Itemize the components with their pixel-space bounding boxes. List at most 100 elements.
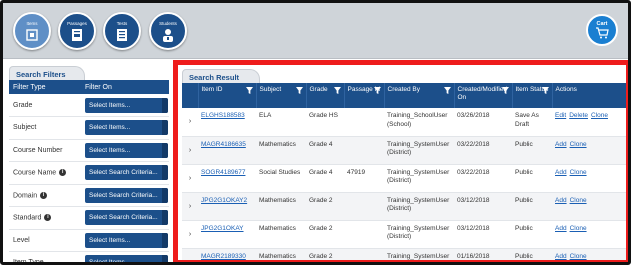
nav-students-label: Students bbox=[159, 20, 177, 26]
item-id-link[interactable]: SOGR4189677 bbox=[201, 169, 245, 176]
item-id-link[interactable]: MAGR2189330 bbox=[201, 253, 246, 260]
add-action-link[interactable]: Add bbox=[555, 141, 567, 148]
actions-cell: Add Clone bbox=[552, 248, 626, 260]
grade-cell: Grade 4 bbox=[309, 168, 333, 176]
date-cell: 03/22/2018 bbox=[454, 136, 512, 165]
expand-row-icon[interactable]: › bbox=[182, 192, 198, 221]
add-action-link[interactable]: Add bbox=[555, 225, 567, 232]
passage-id-cell: 47919 bbox=[344, 164, 384, 193]
info-icon[interactable]: i bbox=[59, 169, 67, 177]
subject-cell: Mathematics bbox=[256, 136, 306, 165]
date-cell: 01/16/2018 bbox=[457, 252, 490, 260]
expand-row-icon[interactable]: › bbox=[182, 108, 198, 137]
subject-cell: Social Studies bbox=[256, 164, 306, 193]
subject-cell: Mathematics bbox=[256, 248, 306, 260]
filter-on-cell: Select Items... bbox=[81, 116, 169, 140]
filter-on-cell: Select Search Criteria... bbox=[81, 206, 169, 230]
info-icon[interactable]: i bbox=[44, 214, 52, 222]
results-table: Item ID Subject Grade Passage Id Created By C… bbox=[182, 83, 626, 260]
clone-action-link[interactable]: Clone bbox=[570, 141, 587, 148]
nav-passages-button[interactable]: Passages bbox=[58, 12, 96, 50]
subject-cell: Mathematics bbox=[259, 252, 296, 260]
item-id-link[interactable]: ELGHS188583 bbox=[201, 112, 245, 119]
table-row: › ELGHS188583 ELA Grade HS Training_SchoolUs… bbox=[182, 108, 626, 137]
clone-action-link[interactable]: Clone bbox=[570, 169, 587, 176]
clone-action-link[interactable]: Clone bbox=[570, 197, 587, 204]
filter-icon[interactable] bbox=[295, 87, 303, 94]
status-cell: Public bbox=[515, 252, 533, 260]
status-cell: Save As Draft bbox=[515, 112, 539, 128]
filter-icon[interactable] bbox=[373, 87, 381, 94]
filter-select[interactable]: Select Search Criteria... bbox=[85, 187, 168, 203]
filter-on-cell: Select Items... bbox=[81, 94, 169, 117]
column-header[interactable]: Item Status bbox=[512, 83, 553, 108]
column-header[interactable]: Created By bbox=[384, 83, 455, 108]
filter-icon[interactable] bbox=[245, 87, 253, 94]
grade-cell: Grade 4 bbox=[306, 136, 344, 165]
filter-select[interactable]: Select Search Criteria... bbox=[85, 165, 168, 181]
expand-row-icon[interactable]: › bbox=[182, 164, 198, 193]
filter-type-cell: Course Number bbox=[9, 139, 81, 162]
filter-type-label: Course Number bbox=[13, 146, 63, 154]
add-action-link[interactable]: Add bbox=[555, 197, 567, 204]
item-id-link[interactable]: JPG2G1OKAY2 bbox=[201, 197, 247, 204]
nav-tests-button[interactable]: Tests bbox=[103, 12, 141, 50]
column-header[interactable]: Subject bbox=[256, 83, 307, 108]
nav-students-button[interactable]: Students bbox=[149, 12, 187, 50]
column-header[interactable]: Passage Id bbox=[344, 83, 385, 108]
filter-select[interactable]: Select Items... bbox=[85, 255, 168, 262]
item-id-cell: ELGHS188583 bbox=[198, 108, 256, 137]
status-cell: Public bbox=[515, 196, 533, 204]
item-id-link[interactable]: MAGR4186635 bbox=[201, 141, 246, 148]
filter-icon[interactable] bbox=[333, 87, 341, 94]
column-header[interactable]: Grade bbox=[306, 83, 345, 108]
column-header[interactable]: Actions bbox=[552, 83, 626, 108]
filter-select[interactable]: Select Items... bbox=[85, 120, 168, 136]
clone-action-link[interactable]: Clone bbox=[570, 253, 587, 260]
edit-action-link[interactable]: Edit bbox=[555, 112, 566, 119]
expand-row-icon[interactable]: › bbox=[182, 136, 198, 165]
grade-cell: Grade 2 bbox=[309, 252, 333, 260]
expand-row-icon[interactable]: › bbox=[182, 248, 198, 260]
date-cell: 03/22/2018 bbox=[454, 164, 512, 193]
filter-select[interactable]: Select Items... bbox=[85, 142, 168, 158]
filter-select[interactable]: Select Search Criteria... bbox=[85, 210, 168, 226]
filter-type-label: Level bbox=[13, 236, 30, 244]
item-id-link[interactable]: JPG2G1OKAY bbox=[201, 225, 244, 232]
clone-action-link[interactable]: Clone bbox=[591, 112, 608, 119]
column-header[interactable]: Item ID bbox=[198, 83, 257, 108]
filter-select[interactable]: Select Items... bbox=[85, 97, 168, 113]
filter-row: Course Number Select Items... bbox=[9, 139, 169, 162]
add-action-link[interactable]: Add bbox=[555, 253, 567, 260]
nav-items-button[interactable]: Items bbox=[13, 12, 51, 50]
status-cell: Public bbox=[512, 192, 552, 221]
filter-type-label: Domain bbox=[13, 191, 38, 199]
subject-cell: ELA bbox=[259, 112, 272, 119]
grade-cell: Grade 4 bbox=[309, 140, 333, 148]
info-icon[interactable]: i bbox=[40, 191, 48, 199]
search-result-tab[interactable]: Search Result bbox=[182, 69, 261, 83]
filter-select[interactable]: Select Items... bbox=[85, 232, 168, 248]
status-cell: Public bbox=[515, 140, 533, 148]
filter-row: Standard i Select Search Criteria... bbox=[9, 206, 169, 230]
grade-cell: Grade 2 bbox=[309, 196, 333, 204]
clone-action-link[interactable]: Clone bbox=[570, 225, 587, 232]
filter-icon[interactable] bbox=[443, 87, 451, 94]
cart-button[interactable]: Cart bbox=[586, 14, 618, 46]
item-id-cell: JPG2G1OKAY2 bbox=[198, 192, 256, 221]
filter-icon[interactable] bbox=[541, 87, 549, 94]
created-by-cell: Training_SchoolUser (School) bbox=[384, 108, 454, 137]
passage-id-cell bbox=[344, 108, 384, 137]
filter-type-label: Grade bbox=[13, 101, 33, 109]
filter-on-cell: Select Items... bbox=[81, 251, 169, 262]
delete-action-link[interactable]: Delete bbox=[569, 112, 588, 119]
status-cell: Save As Draft bbox=[512, 108, 552, 137]
date-cell: 03/26/2018 bbox=[454, 108, 512, 137]
expand-row-icon[interactable]: › bbox=[182, 220, 198, 249]
filter-icon[interactable] bbox=[501, 87, 509, 94]
filters-table: Filter Type Filter On Grade Select Items.… bbox=[9, 80, 169, 262]
search-filters-tab[interactable]: Search Filters bbox=[9, 66, 85, 80]
add-action-link[interactable]: Add bbox=[555, 169, 567, 176]
column-header[interactable]: Created/Modified On bbox=[454, 83, 513, 108]
filter-type-label: Course Name bbox=[13, 169, 57, 177]
